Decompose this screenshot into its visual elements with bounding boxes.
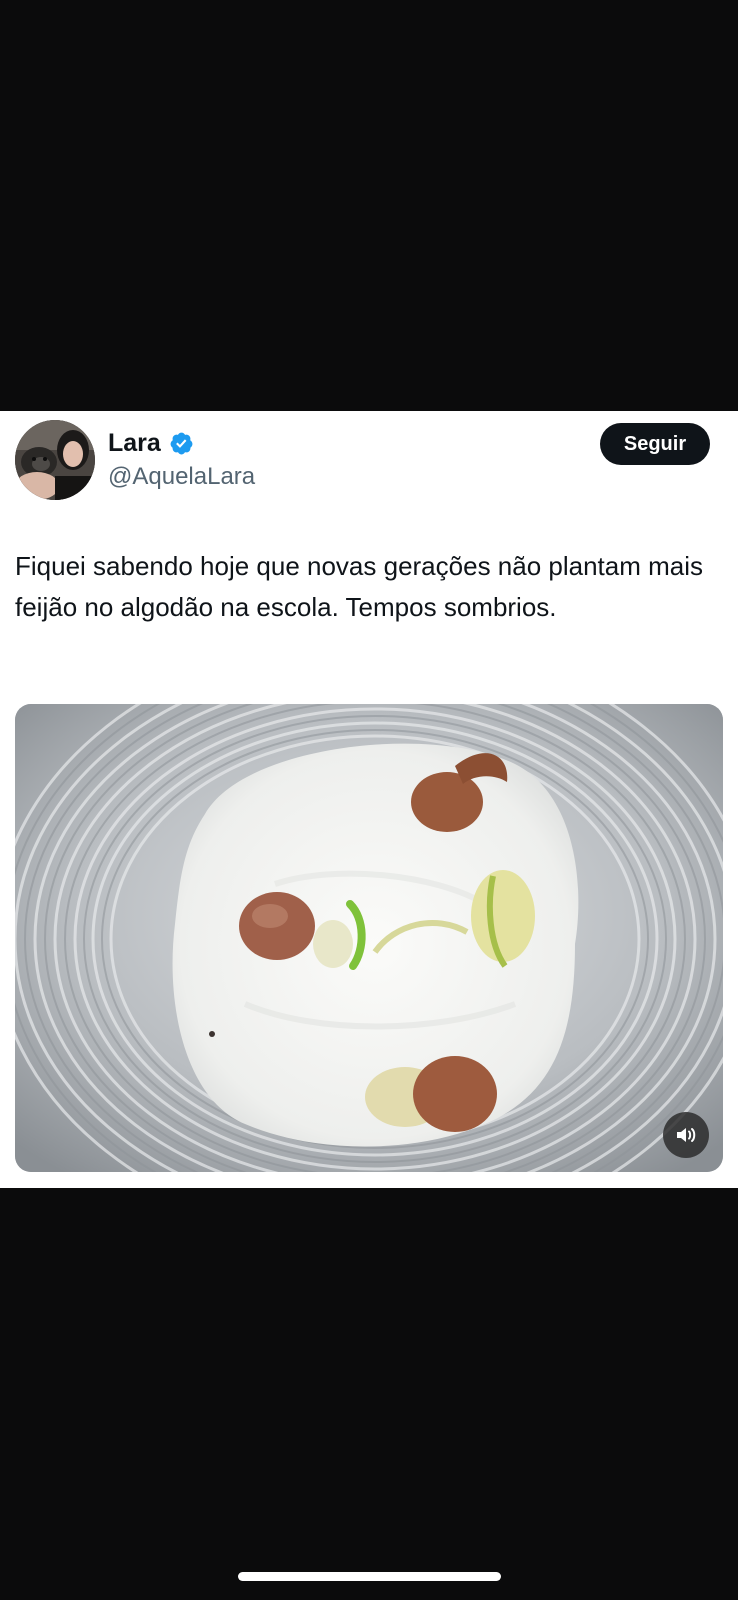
author-handle[interactable]: @AquelaLara [108,462,255,492]
video-frame [15,704,723,1172]
home-indicator[interactable] [238,1572,501,1581]
volume-icon [677,1128,696,1142]
volume-button[interactable] [663,1112,709,1158]
tweet-video[interactable] [15,704,723,1172]
display-name[interactable]: Lara [108,428,161,458]
verified-badge-icon [170,432,193,455]
avatar[interactable] [15,420,95,500]
tweet-card: Lara @AquelaLara Seguir Fiquei sabendo h… [0,411,738,1188]
tweet-text: Fiquei sabendo hoje que novas gerações n… [15,551,704,622]
follow-button[interactable]: Seguir [600,423,710,465]
